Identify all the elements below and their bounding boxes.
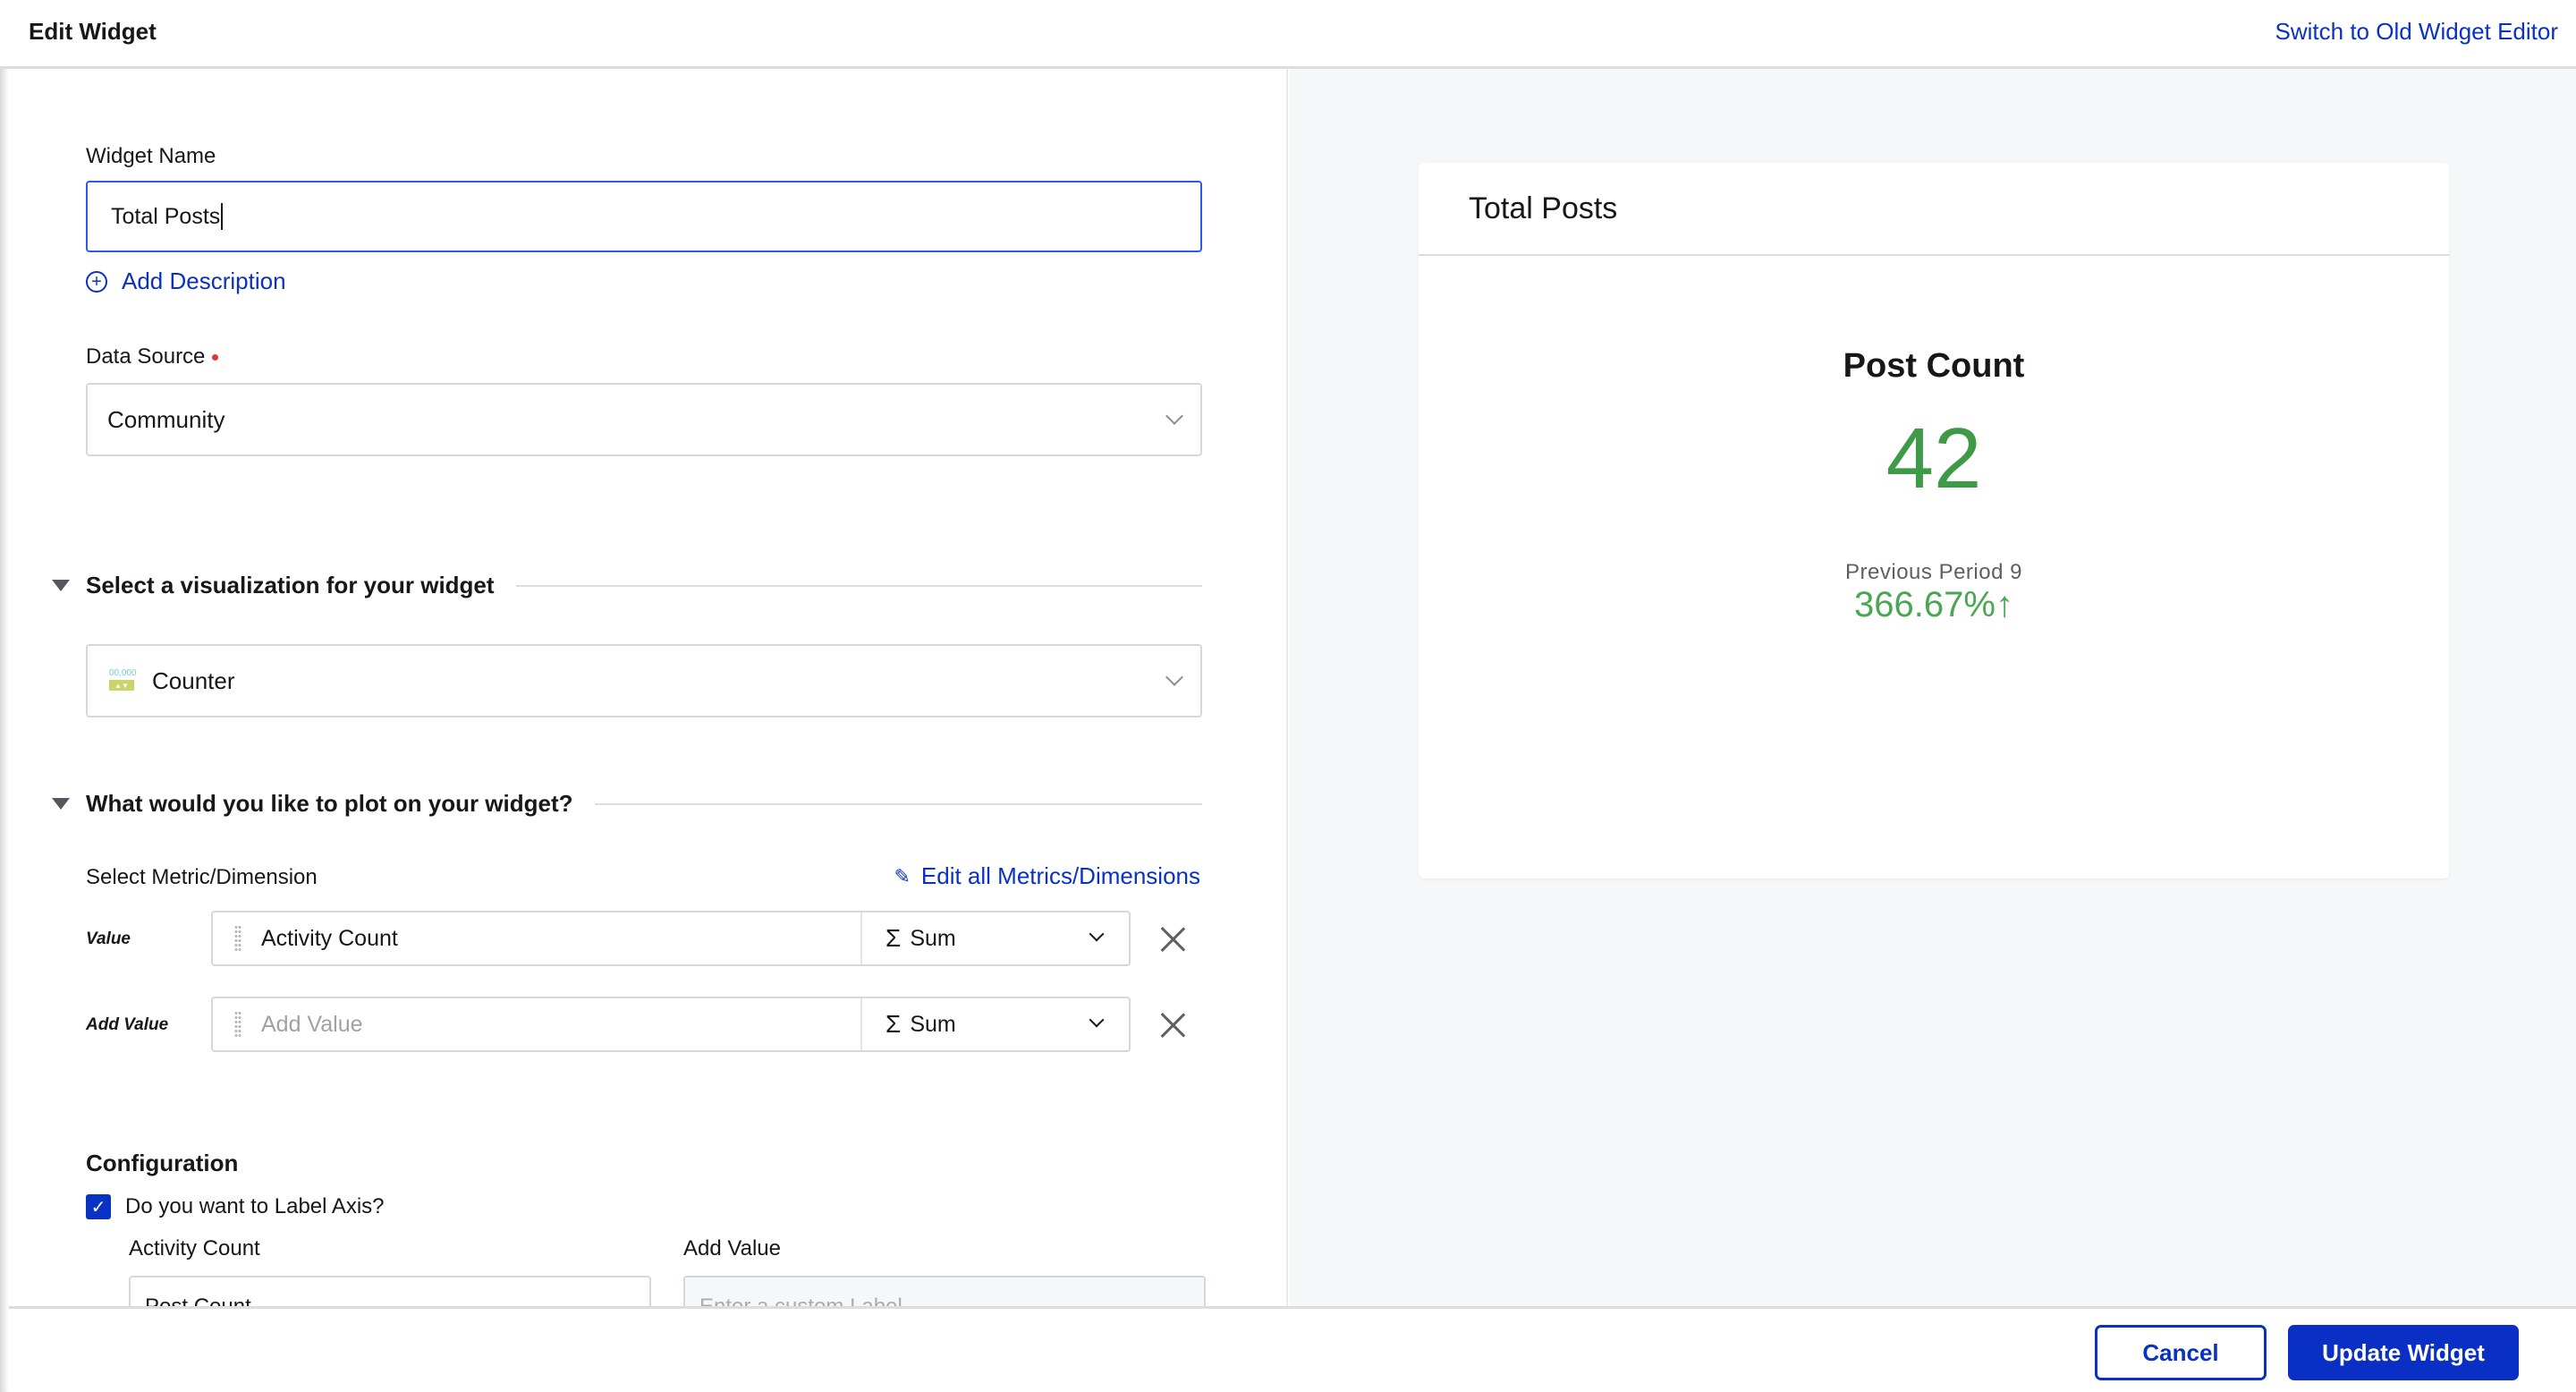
visualization-select[interactable]: 00,000 ▲▼ Counter <box>86 644 1202 717</box>
visualization-section-title: Select a visualization for your widget <box>86 572 495 598</box>
chevron-down-icon <box>1089 926 1105 942</box>
add-description-label: Add Description <box>122 267 286 294</box>
chevron-down-icon <box>1089 1012 1105 1028</box>
text-caret <box>221 203 224 230</box>
metric-row: Activity Count Σ Sum <box>211 911 1131 966</box>
data-source-label: Data Source <box>86 344 219 369</box>
aggregation-value: Sum <box>910 925 956 951</box>
required-indicator-icon <box>212 354 219 361</box>
edit-all-metrics-label: Edit all Metrics/Dimensions <box>920 862 1200 889</box>
left-edge-shadow <box>0 69 9 1392</box>
sigma-icon: Σ <box>886 924 902 952</box>
add-value-row-label: Add Value <box>86 1015 169 1034</box>
change-value: 366.67% <box>1854 585 1996 624</box>
remove-metric-close-icon[interactable] <box>1159 926 1186 953</box>
cancel-button[interactable]: Cancel <box>2095 1325 2267 1380</box>
edit-all-metrics-link[interactable]: ✎ Edit all Metrics/Dimensions <box>894 862 1200 890</box>
update-widget-button[interactable]: Update Widget <box>2288 1325 2519 1380</box>
aggregation-value: Sum <box>910 1011 956 1037</box>
previous-period-text: Previous Period 9 <box>1845 560 2022 584</box>
collapse-triangle-icon[interactable] <box>52 798 70 810</box>
widget-name-label: Widget Name <box>86 144 216 168</box>
widget-name-value: Total Posts <box>111 203 221 229</box>
data-source-value: Community <box>107 405 225 433</box>
label-axis-checkbox[interactable]: ✓ <box>86 1194 111 1219</box>
preview-widget-card: Total Posts Post Count 42 Previous Perio… <box>1419 163 2449 878</box>
widget-name-input[interactable]: Total Posts <box>86 181 1202 252</box>
preview-card-title: Total Posts <box>1419 163 2449 256</box>
axis-label-add-value-label: Add Value <box>683 1236 781 1260</box>
change-percentage: 366.67%↑ <box>1419 585 2449 625</box>
counter-icon: 00,000 ▲▼ <box>109 668 137 692</box>
counter-display: Post Count 42 Previous Period 9 366.67%↑ <box>1419 258 2449 878</box>
aggregation-select[interactable]: Σ Sum <box>862 998 1129 1050</box>
axis-label-activity-count-label: Activity Count <box>129 1236 260 1260</box>
section-divider <box>515 584 1202 587</box>
header-bar: Edit Widget Switch to Old Widget Editor <box>0 0 2576 69</box>
select-metric-label: Select Metric/Dimension <box>86 865 318 889</box>
remove-metric-close-icon[interactable] <box>1159 1012 1186 1039</box>
label-axis-checkbox-label: Do you want to Label Axis? <box>125 1194 385 1218</box>
counter-icon-arrows: ▲▼ <box>109 680 134 691</box>
widget-form-panel: Widget Name Total Posts + Add Descriptio… <box>0 69 1288 1306</box>
footer-bar: Cancel Update Widget <box>0 1306 2576 1392</box>
drag-handle-icon[interactable] <box>234 925 242 952</box>
value-row-label: Value <box>86 929 131 948</box>
metric-row: Add Value Σ Sum <box>211 997 1131 1052</box>
sigma-icon: Σ <box>886 1010 902 1038</box>
configuration-title: Configuration <box>86 1150 239 1176</box>
plot-section-title: What would you like to plot on your widg… <box>86 790 573 817</box>
axis-label-activity-count-input[interactable]: Post Count <box>129 1276 651 1306</box>
counter-icon-digits: 00,000 <box>109 668 137 678</box>
metric-value: Activity Count <box>261 925 398 951</box>
visualization-value: Counter <box>152 666 235 694</box>
chevron-down-icon <box>1165 407 1183 425</box>
widget-preview-panel: Total Posts Post Count 42 Previous Perio… <box>1290 69 2576 1306</box>
section-divider <box>594 802 1202 805</box>
plot-section-header[interactable]: What would you like to plot on your widg… <box>52 790 1202 818</box>
data-source-select[interactable]: Community <box>86 383 1202 456</box>
drag-handle-icon[interactable] <box>234 1011 242 1038</box>
page-title: Edit Widget <box>29 18 157 45</box>
counter-value: 42 <box>1885 411 1982 506</box>
pencil-icon: ✎ <box>894 864 911 887</box>
plus-circle-icon: + <box>86 270 107 293</box>
data-source-label-text: Data Source <box>86 344 206 369</box>
metric-input[interactable]: Add Value <box>213 998 862 1050</box>
add-description-link[interactable]: + Add Description <box>86 267 286 295</box>
metric-input[interactable]: Activity Count <box>213 912 862 964</box>
chevron-down-icon <box>1165 668 1183 686</box>
collapse-triangle-icon[interactable] <box>52 580 70 591</box>
visualization-section-header[interactable]: Select a visualization for your widget <box>52 572 1202 599</box>
switch-old-editor-link[interactable]: Switch to Old Widget Editor <box>2275 18 2558 46</box>
aggregation-select[interactable]: Σ Sum <box>862 912 1129 964</box>
arrow-up-icon: ↑ <box>1995 585 2013 624</box>
counter-metric-title: Post Count <box>1843 347 2025 385</box>
metric-placeholder: Add Value <box>261 1011 363 1037</box>
axis-label-add-value-input[interactable]: Enter a custom Label <box>683 1276 1206 1306</box>
